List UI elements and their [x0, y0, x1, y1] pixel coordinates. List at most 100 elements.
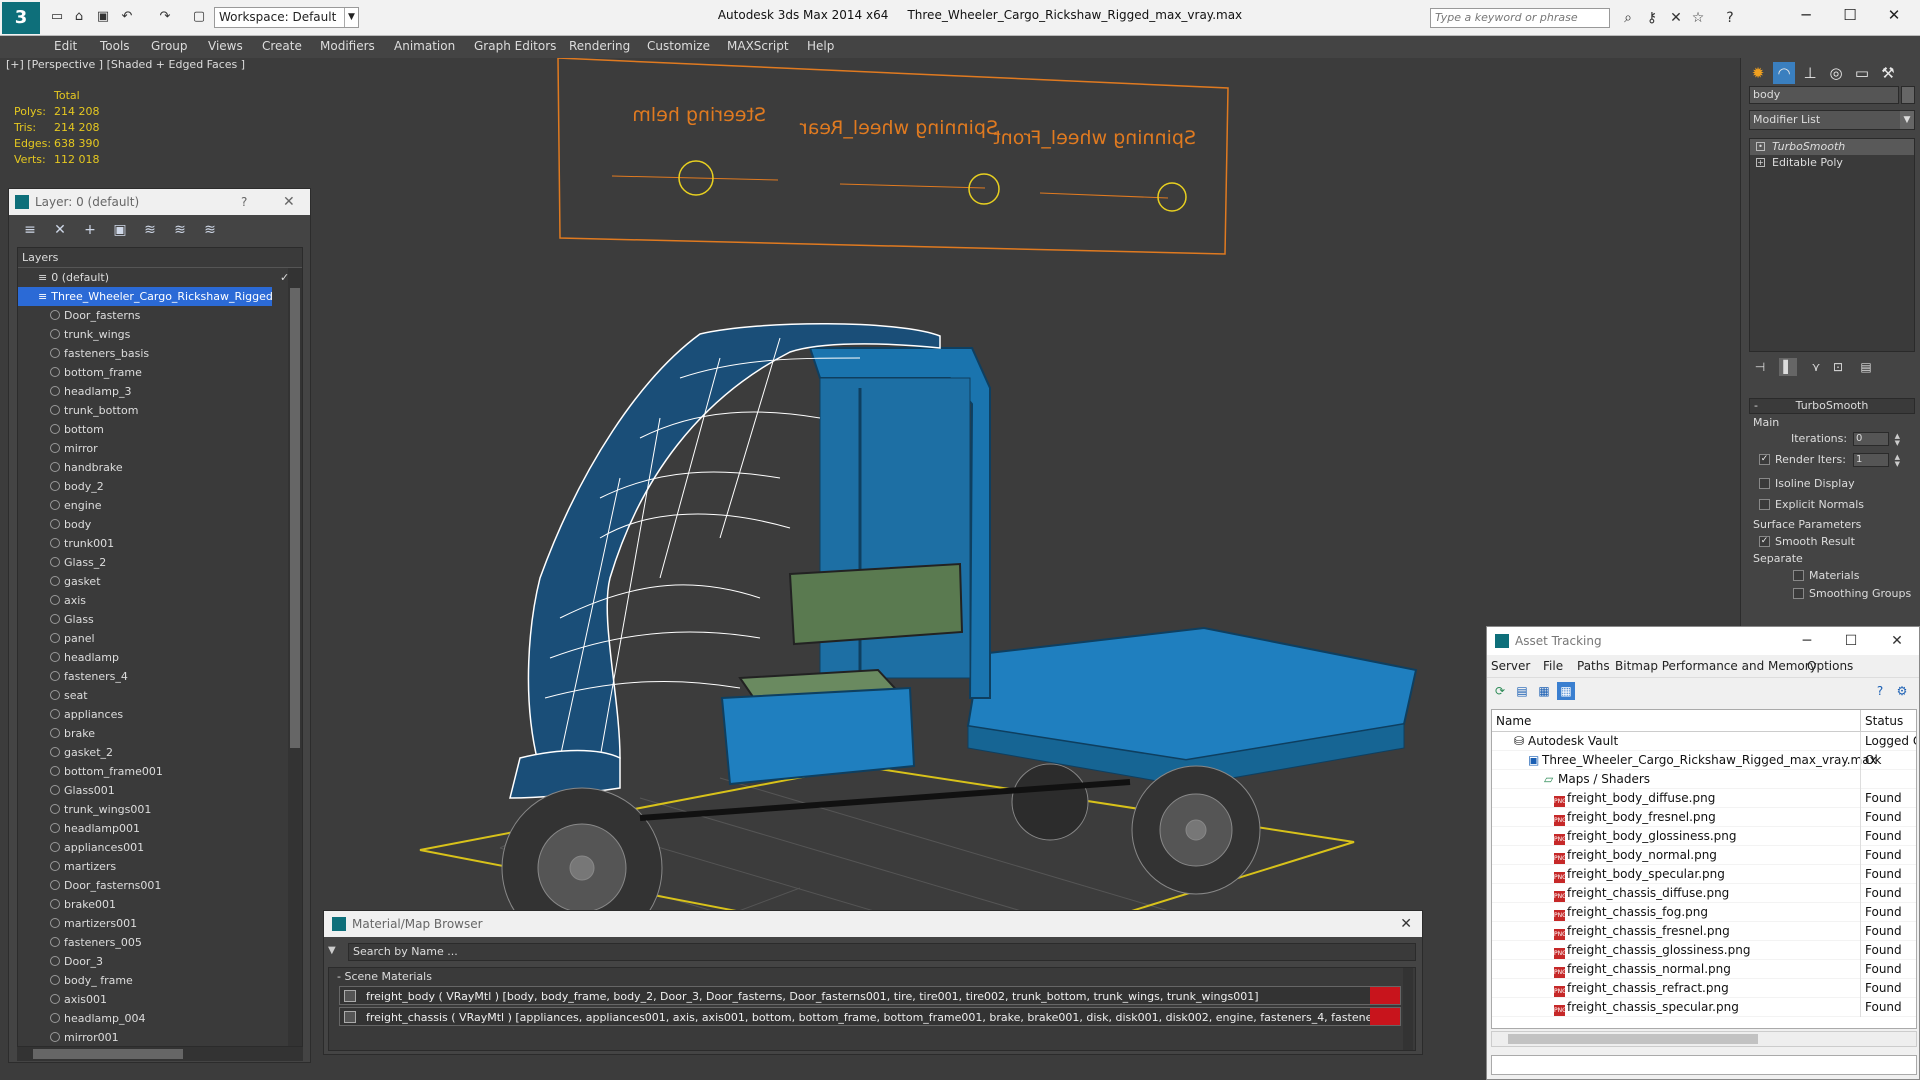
asset-row-file[interactable]: ▣ Three_Wheeler_Cargo_Rickshaw_Rigged_max…: [1492, 751, 1916, 770]
pin-stack-icon[interactable]: ⊣: [1751, 358, 1769, 376]
close-icon[interactable]: ✕: [1874, 3, 1914, 27]
iterations-spinner[interactable]: 0 ▲ ▼: [1853, 432, 1900, 447]
layer-object-row[interactable]: bottom_frame001: [18, 762, 302, 781]
rollout-header[interactable]: - TurboSmooth: [1749, 398, 1915, 414]
layer-object-row[interactable]: martizers001: [18, 914, 302, 933]
keyword-search-input[interactable]: Type a keyword or phrase: [1430, 8, 1610, 28]
stack-item-editable-poly[interactable]: + Editable Poly: [1750, 155, 1914, 171]
layer-object-row[interactable]: Glass: [18, 610, 302, 629]
asset-h-scrollbar[interactable]: [1491, 1031, 1917, 1047]
materials-checkbox[interactable]: [1793, 570, 1804, 581]
layer-object-row[interactable]: handbrake: [18, 458, 302, 477]
asset-row-map[interactable]: PNGfreight_chassis_diffuse.png Found: [1492, 884, 1916, 903]
configure-sets-icon[interactable]: ▤: [1857, 358, 1875, 376]
layer-object-row[interactable]: fasteners_4: [18, 667, 302, 686]
show-end-result-icon[interactable]: ▌: [1779, 358, 1797, 376]
community-icon[interactable]: ✕: [1666, 8, 1686, 28]
front-wheel-control[interactable]: [1157, 182, 1187, 212]
redo-icon[interactable]: ↷: [156, 8, 174, 26]
minimize-icon[interactable]: ─: [1787, 627, 1827, 655]
refresh-icon[interactable]: ⟳: [1491, 682, 1509, 700]
vault-settings-icon[interactable]: ⚙: [1893, 682, 1911, 700]
close-icon[interactable]: ✕: [1877, 627, 1917, 655]
render-iters-checkbox[interactable]: ✓: [1759, 454, 1770, 465]
scene-materials-group[interactable]: - Scene Materials: [329, 968, 1415, 986]
new-layer-icon[interactable]: ≡: [21, 221, 39, 239]
layer-row-default[interactable]: ≡ 0 (default) ✓: [18, 268, 302, 287]
material-list[interactable]: - Scene Materials freight_body ( VRayMtl…: [328, 967, 1416, 1051]
maximize-icon[interactable]: ☐: [1830, 3, 1870, 27]
layer-object-row[interactable]: brake: [18, 724, 302, 743]
collapse-icon[interactable]: -: [1754, 399, 1758, 413]
hierarchy-tab-icon[interactable]: ⊥: [1799, 62, 1821, 84]
expand-icon[interactable]: +: [1756, 158, 1765, 167]
scroll-thumb[interactable]: [1508, 1034, 1758, 1044]
table-view-icon[interactable]: ▦: [1557, 682, 1575, 700]
search-options-icon[interactable]: ▼: [328, 945, 336, 956]
layer-object-row[interactable]: appliances001: [18, 838, 302, 857]
select-objects-icon[interactable]: ▣: [111, 221, 129, 239]
layer-object-row[interactable]: brake001: [18, 895, 302, 914]
asset-tracking-header[interactable]: Asset Tracking ─ ☐ ✕: [1487, 627, 1919, 655]
app-logo-icon[interactable]: 3: [2, 2, 40, 34]
layer-h-scrollbar[interactable]: [17, 1047, 303, 1061]
asset-menu-paths[interactable]: Paths: [1577, 655, 1610, 677]
asset-path-field[interactable]: [1491, 1055, 1917, 1075]
layer-object-row[interactable]: headlamp001: [18, 819, 302, 838]
layer-object-row[interactable]: headlamp: [18, 648, 302, 667]
binoculars-icon[interactable]: ⌕: [1618, 8, 1638, 28]
vault-help-icon[interactable]: ?: [1871, 682, 1889, 700]
tree-view-icon[interactable]: ▦: [1535, 682, 1553, 700]
asset-menu-bitmap[interactable]: Bitmap Performance and Memory: [1615, 655, 1817, 677]
smoothing-groups-checkbox[interactable]: [1793, 588, 1804, 599]
layer-object-row[interactable]: trunk_wings: [18, 325, 302, 344]
hide-all-icon[interactable]: ≋: [171, 221, 189, 239]
rear-wheel-control[interactable]: [968, 173, 1000, 205]
menu-modifiers[interactable]: Modifiers: [320, 39, 375, 53]
scroll-thumb[interactable]: [33, 1049, 183, 1059]
asset-row-map[interactable]: PNGfreight_chassis_fog.png Found: [1492, 903, 1916, 922]
smooth-result-checkbox[interactable]: ✓: [1759, 536, 1770, 547]
modifier-stack[interactable]: • TurboSmooth + Editable Poly: [1749, 138, 1915, 352]
asset-menu-file[interactable]: File: [1543, 655, 1563, 677]
layer-object-row[interactable]: trunk_wings001: [18, 800, 302, 819]
motion-tab-icon[interactable]: ◎: [1825, 62, 1847, 84]
help-icon[interactable]: ?: [1720, 8, 1740, 28]
menu-tools[interactable]: Tools: [100, 39, 130, 53]
menu-create[interactable]: Create: [262, 39, 302, 53]
layer-object-row[interactable]: fasteners_basis: [18, 344, 302, 363]
layer-object-row[interactable]: gasket_2: [18, 743, 302, 762]
minimize-icon[interactable]: ─: [1786, 3, 1826, 27]
layer-object-row[interactable]: panel: [18, 629, 302, 648]
display-tab-icon[interactable]: ▭: [1851, 62, 1873, 84]
layer-object-row[interactable]: bottom: [18, 420, 302, 439]
asset-row-map[interactable]: PNGfreight_chassis_normal.png Found: [1492, 960, 1916, 979]
asset-menu-server[interactable]: Server: [1491, 655, 1530, 677]
isoline-display-checkbox[interactable]: [1759, 478, 1770, 489]
asset-row-map[interactable]: PNGfreight_body_glossiness.png Found: [1492, 827, 1916, 846]
layer-object-row[interactable]: body_ frame: [18, 971, 302, 990]
maximize-icon[interactable]: ☐: [1831, 627, 1871, 655]
layer-row-selected[interactable]: ≡ Three_Wheeler_Cargo_Rickshaw_Rigged: [18, 287, 273, 306]
layer-object-row[interactable]: Door_3: [18, 952, 302, 971]
rickshaw-model[interactable]: [501, 323, 1418, 949]
highlight-layer-icon[interactable]: ≋: [141, 221, 159, 239]
menu-maxscript[interactable]: MAXScript: [727, 39, 789, 53]
asset-row-map[interactable]: PNGfreight_chassis_glossiness.png Found: [1492, 941, 1916, 960]
undo-icon[interactable]: ↶: [118, 8, 136, 26]
object-name-field[interactable]: body: [1749, 86, 1899, 104]
rig-control-panel[interactable]: [557, 58, 1229, 255]
layer-object-row[interactable]: trunk_bottom: [18, 401, 302, 420]
asset-row-map[interactable]: PNGfreight_chassis_refract.png Found: [1492, 979, 1916, 998]
render-iters-spinner[interactable]: 1 ▲ ▼: [1853, 453, 1900, 468]
menu-views[interactable]: Views: [208, 39, 243, 53]
material-search-input[interactable]: Search by Name ...: [348, 943, 1416, 961]
layer-object-row[interactable]: axis: [18, 591, 302, 610]
layer-object-row[interactable]: headlamp_004: [18, 1009, 302, 1028]
layer-object-row[interactable]: headlamp_3: [18, 382, 302, 401]
key-icon[interactable]: ⚷: [1642, 8, 1662, 28]
menu-animation[interactable]: Animation: [394, 39, 455, 53]
asset-row-map[interactable]: PNGfreight_body_diffuse.png Found: [1492, 789, 1916, 808]
asset-menu-options[interactable]: Options: [1807, 655, 1853, 677]
lightbulb-icon[interactable]: •: [1756, 142, 1765, 151]
